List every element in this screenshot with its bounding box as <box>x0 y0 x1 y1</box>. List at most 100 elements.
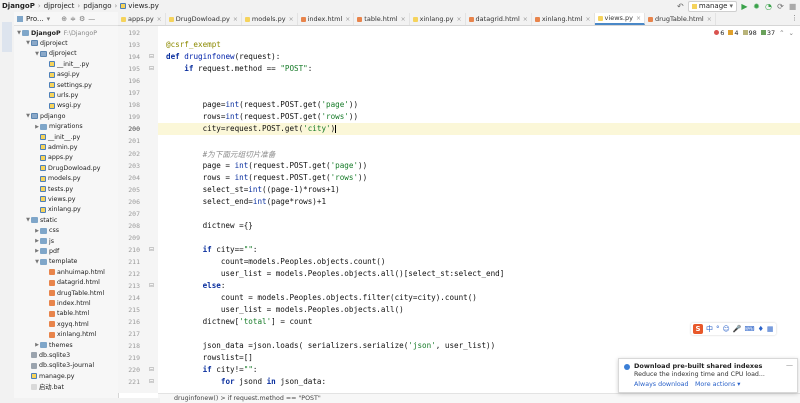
tree-item[interactable]: models.py <box>34 174 81 184</box>
always-download-link[interactable]: Always download <box>634 381 689 388</box>
code-breadcrumb-bar[interactable]: druginfonew() > if request.method == "PO… <box>158 393 800 403</box>
debug-icon[interactable]: ✹ <box>752 2 761 11</box>
code-line[interactable]: rowslist=[] <box>166 353 253 362</box>
tree-item[interactable]: __init__.py <box>34 132 80 142</box>
fold-icon[interactable]: ⊟ <box>149 53 154 60</box>
ime-logo-icon[interactable]: S <box>693 324 703 334</box>
tree-item[interactable]: datagrid.html <box>43 278 100 288</box>
code-line[interactable]: dictnew['total'] = count <box>166 317 313 326</box>
chevron-down-icon[interactable]: ▾ <box>47 15 51 23</box>
close-icon[interactable]: × <box>457 16 462 23</box>
chevron-up-icon[interactable]: ⌃ <box>779 29 784 37</box>
close-icon[interactable]: × <box>636 15 641 22</box>
ime-emoji-icon[interactable]: ☺ <box>723 325 730 333</box>
tree-item[interactable]: xinlang.py <box>34 205 81 215</box>
editor-tab[interactable]: drugTable.html × <box>645 13 716 25</box>
tree-item[interactable]: urls.py <box>43 90 78 100</box>
ime-toolbar[interactable]: S 中 ° ☺ 🎤 ⌨ ♦ ▦ <box>691 323 776 335</box>
breadcrumb-file[interactable]: views.py <box>118 2 161 10</box>
code-line[interactable]: select_end=int(page*rows)+1 <box>166 197 326 206</box>
more-tabs-icon[interactable]: ⋮ <box>791 14 798 22</box>
code-line[interactable]: for jsond in json_data: <box>166 377 326 386</box>
tree-item[interactable]: xgyq.html <box>43 319 89 329</box>
fold-icon[interactable]: ⊟ <box>149 366 154 373</box>
tree-item[interactable]: ▶ css <box>34 226 59 236</box>
tree-item[interactable]: settings.py <box>43 80 92 90</box>
tree-item[interactable]: ▼ djproject <box>25 38 68 48</box>
ime-punct-icon[interactable]: ° <box>716 325 720 333</box>
tree-item[interactable]: table.html <box>43 309 89 319</box>
project-panel-title[interactable]: Pro... <box>26 15 44 23</box>
ime-mode[interactable]: 中 <box>706 324 713 334</box>
tree-item[interactable]: asgi.py <box>43 70 80 80</box>
more-actions-link[interactable]: More actions ▾ <box>695 381 740 388</box>
breadcrumb-djproject[interactable]: djproject <box>42 2 77 10</box>
close-icon[interactable]: × <box>707 16 712 23</box>
close-icon[interactable]: × <box>523 16 528 23</box>
stop-icon[interactable]: ■ <box>788 2 797 11</box>
ime-tools-icon[interactable]: ▦ <box>767 325 774 333</box>
line-number-gutter[interactable]: 192 193 194 ⊟ 195 ⊟ 196 197 198 199 200 201 202 203 20… <box>118 26 159 393</box>
tree-item[interactable]: ▼ static <box>25 215 57 225</box>
editor-tab[interactable]: table.html × <box>354 13 410 25</box>
code-line[interactable]: rows = int(request.POST.get('rows')) <box>166 173 368 182</box>
tree-item[interactable]: 启动.bat <box>25 382 64 392</box>
typo-count[interactable]: 37 <box>760 29 775 37</box>
error-count[interactable]: 6 <box>714 29 724 37</box>
code-line[interactable]: page=int(request.POST.get('page')) <box>166 100 358 109</box>
code-line[interactable]: #为下面元组切片准备 <box>166 149 276 160</box>
tree-item[interactable]: ▶ js <box>34 236 54 246</box>
tree-item[interactable]: ▼ pdjango <box>25 111 65 121</box>
tree-item[interactable]: admin.py <box>34 142 77 152</box>
code-line[interactable]: user_list = models.Peoples.objects.all() <box>166 305 404 314</box>
close-icon[interactable]: × <box>586 16 591 23</box>
tree-item[interactable]: ▼ template <box>34 257 77 267</box>
code-line[interactable]: count = models.Peoples.objects.filter(ci… <box>166 293 477 302</box>
tree-item[interactable]: drugTable.html <box>43 288 104 298</box>
run-icon[interactable]: ▶ <box>740 2 749 11</box>
coverage-icon[interactable]: ◔ <box>764 2 773 11</box>
code-line[interactable]: city=request.POST.get('city') <box>166 124 337 134</box>
editor-tab[interactable]: datagrid.html × <box>466 13 532 25</box>
code-line[interactable]: select_st=int((page-1)*rows+1) <box>166 185 340 194</box>
tree-item[interactable]: ▶ themes <box>34 340 73 350</box>
fold-icon[interactable]: ⊟ <box>149 378 154 385</box>
tree-item[interactable]: db.sqlite3 <box>25 350 70 360</box>
code-breadcrumb[interactable]: druginfonew() > if request.method == "PO… <box>174 395 321 402</box>
code-line[interactable]: if city=="": <box>166 245 258 254</box>
code-line[interactable]: if request.method == "POST": <box>166 64 312 73</box>
close-icon[interactable]: × <box>401 16 406 23</box>
code-line[interactable]: if city!="": <box>166 365 258 374</box>
editor-tab[interactable]: views.py × <box>594 13 645 25</box>
hide-icon[interactable]: — <box>88 15 95 23</box>
close-icon[interactable]: × <box>233 16 238 23</box>
code-line[interactable]: dictnew ={} <box>166 221 253 230</box>
tree-item[interactable]: DrugDowload.py <box>34 163 100 173</box>
close-icon[interactable]: × <box>289 16 294 23</box>
editor-tab[interactable]: apps.py × <box>118 13 166 25</box>
weak-warning-count[interactable]: 98 <box>742 29 757 37</box>
code-line[interactable]: count=models.Peoples.objects.count() <box>166 257 386 266</box>
close-icon[interactable]: — <box>786 361 793 369</box>
breadcrumb-root[interactable]: DjangoP <box>0 2 37 10</box>
tree-item[interactable]: __init__.py <box>43 59 89 69</box>
code-line[interactable]: json_data =json.loads( serializers.seria… <box>166 341 496 350</box>
code-line[interactable]: rows=int(request.POST.get('rows')) <box>166 112 358 121</box>
chevron-down-icon[interactable]: ⌄ <box>789 29 794 37</box>
code-line[interactable]: else: <box>166 281 226 290</box>
tree-item[interactable]: ▶ pdf <box>34 246 59 256</box>
tree-item[interactable]: ▶ migrations <box>34 122 83 132</box>
tree-item[interactable]: db.sqlite3-journal <box>25 361 94 371</box>
editor-tab[interactable]: xinlang.html × <box>532 13 595 25</box>
project-tool-tab[interactable] <box>2 22 12 52</box>
editor-tab[interactable]: xinlang.py × <box>410 13 466 25</box>
code-line[interactable]: @csrf_exempt <box>166 40 221 49</box>
editor-tab[interactable]: index.html × <box>298 13 355 25</box>
fold-icon[interactable]: ⊟ <box>149 246 154 253</box>
profile-icon[interactable]: ⟳ <box>776 2 785 11</box>
fold-icon[interactable]: ⊟ <box>149 282 154 289</box>
code-line[interactable]: page = int(request.POST.get('page')) <box>166 161 368 170</box>
back-arrow-icon[interactable]: ↶ <box>676 2 685 11</box>
tree-item[interactable]: ▼ djproject <box>34 49 77 59</box>
close-icon[interactable]: × <box>157 16 162 23</box>
